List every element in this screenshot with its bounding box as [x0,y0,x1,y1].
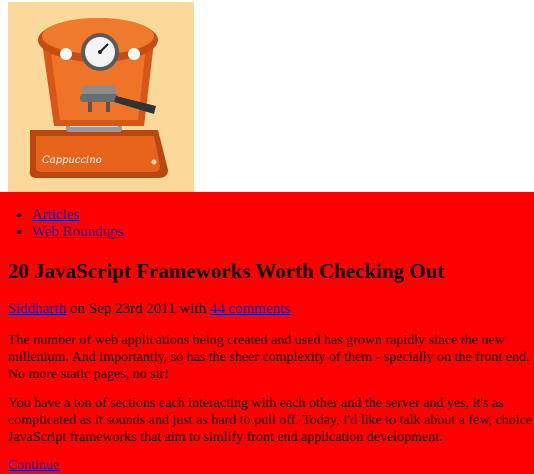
paragraph-line: JavaScript frameworks that aim to simlif… [8,430,443,445]
article-paragraph-2: You have a ton of sections each interact… [8,395,534,446]
espresso-machine-icon: Cappuccino [29,18,168,178]
paragraph-line: complicated as it sounds and just as har… [8,413,533,428]
article-paragraph-1: The number of web applications being cre… [8,332,534,383]
paragraph-line: The number of web applications being cre… [8,333,505,348]
paragraph-line: No more static pages, no sir! [8,367,169,382]
nav-link-web-roundups[interactable]: Web Roundups [32,224,124,240]
author-link[interactable]: Siddharth [8,301,66,317]
continue-link[interactable]: Continue [8,458,59,474]
nav-item-articles: Articles [32,207,124,224]
nav-link-articles[interactable]: Articles [32,207,79,223]
brand-text: Cappuccino [42,155,102,166]
nav-item-web-roundups: Web Roundups [32,224,124,241]
main-content: Articles Web Roundups 20 JavaScript Fram… [0,192,534,474]
paragraph-line: millenium. And importantly, so has the s… [8,350,530,365]
comments-link[interactable]: 44 comments [210,301,290,317]
date-text: on Sep 23rd 2011 with [66,301,210,317]
nav-list: Articles Web Roundups [32,207,124,241]
article-title: 20 JavaScript Frameworks Worth Checking … [8,259,445,283]
paragraph-line: You have a ton of sections each interact… [8,396,504,411]
article-meta: Siddharth on Sep 23rd 2011 with 44 comme… [8,301,290,318]
site-logo[interactable]: Cappuccino [8,2,194,192]
